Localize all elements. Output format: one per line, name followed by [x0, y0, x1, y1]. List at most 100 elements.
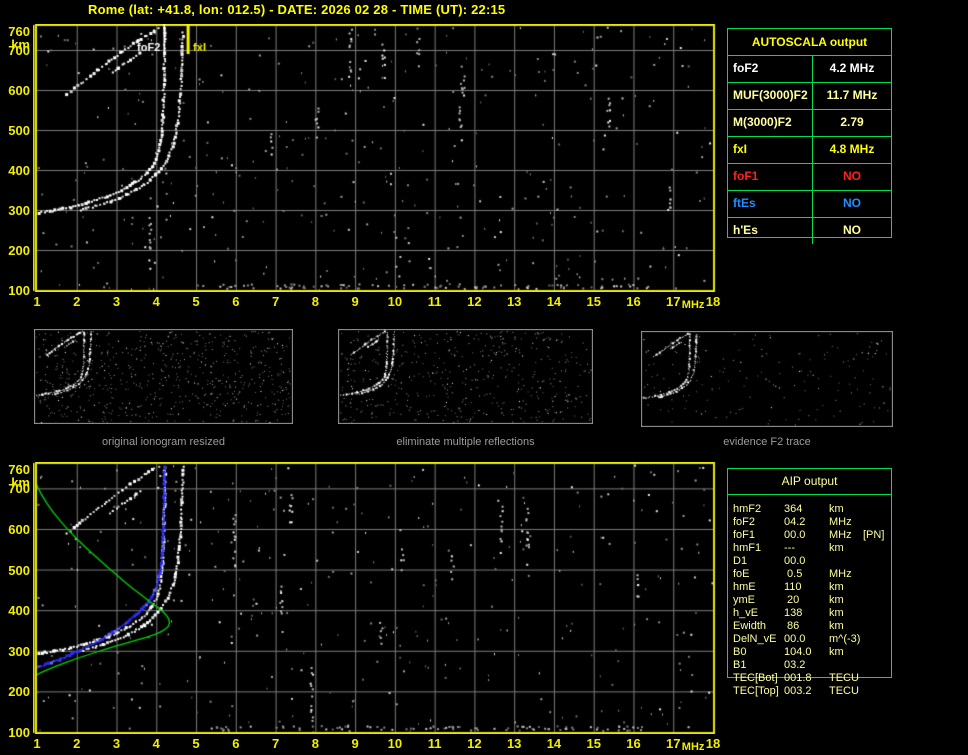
x-axis-tick-label: 1	[33, 294, 41, 309]
autoscala-table-header: AUTOSCALA output	[751, 35, 868, 49]
parameter-label: ftEs	[733, 196, 756, 210]
aip-value: 03.2	[784, 659, 806, 671]
aip-label: h_vE	[733, 607, 759, 619]
x-axis-tick-label: 2	[73, 294, 81, 309]
aip-row-hmf2: hmF2 364 km	[728, 503, 891, 516]
aip-unit: km	[829, 646, 844, 658]
aip-unit: MHz	[829, 516, 852, 528]
aip-label: foE	[733, 568, 750, 580]
y-axis-tick-label: 300	[8, 203, 30, 218]
parameter-value: 11.7 MHz	[812, 83, 891, 109]
aip-row-b0: B0 104.0 km	[728, 646, 891, 659]
x-axis-tick-label: 14	[546, 294, 562, 309]
x-axis-tick-label: 10	[387, 736, 403, 751]
aip-value: 001.8	[784, 672, 812, 684]
aip-row-yme: ymE 20 km	[728, 594, 891, 607]
aip-label: hmF2	[733, 503, 762, 515]
page-title: Rome (lat: +41.8, lon: 012.5) - DATE: 20…	[88, 2, 506, 17]
x-axis-tick-label: 6	[232, 294, 240, 309]
aip-unit: TECU	[829, 672, 859, 684]
aip-value: 00.0	[784, 555, 806, 567]
parameter-label: fxI	[733, 142, 748, 156]
aip-value: 00.0	[784, 633, 806, 645]
x-axis-tick-label: 8	[311, 294, 319, 309]
x-axis-tick-label: 7	[271, 294, 280, 309]
autoscala-row-h-es: h'Es NO	[728, 217, 891, 244]
thumbnail-eliminate-reflections	[338, 329, 593, 424]
thumbnail-caption-evidence: evidence F2 trace	[723, 436, 811, 448]
aip-label: D1	[733, 555, 748, 567]
x-axis-tick-label: 15	[586, 294, 601, 309]
y-axis-tick-label: 400	[8, 163, 30, 178]
aip-label: B1	[733, 659, 747, 671]
aip-unit: km	[829, 607, 844, 619]
aip-row-fof1: foF1 00.0 MHz [PN]	[728, 529, 891, 542]
y-axis-tick-label: 500	[8, 123, 30, 138]
aip-label: DelN_vE	[733, 633, 777, 645]
aip-row-d1: D1 00.0	[728, 555, 891, 568]
autoscala-row-fof2: foF2 4.2 MHz	[728, 55, 891, 82]
parameter-value: NO	[812, 191, 891, 217]
aip-unit: km	[829, 594, 844, 606]
y-axis-tick-label: 500	[8, 562, 30, 578]
autoscala-row-muf-3000-f2: MUF(3000)F2 11.7 MHz	[728, 82, 891, 109]
parameter-label: MUF(3000)F2	[733, 88, 808, 102]
x-axis-tick-label: 6	[232, 736, 240, 751]
x-axis-unit-label: MHz	[681, 299, 705, 311]
parameter-label: M(3000)F2	[733, 115, 792, 129]
top-ionogram-plot	[33, 24, 717, 292]
aip-value: 04.2	[784, 516, 806, 528]
x-axis-tick-label: 11	[427, 294, 442, 309]
x-axis-tick-label: 14	[546, 736, 562, 751]
x-axis-tick-label: 5	[192, 736, 200, 751]
aip-label: Ewidth	[733, 620, 767, 632]
aip-unit: km	[829, 581, 844, 593]
x-axis-tick-label: 16	[626, 736, 641, 751]
autoscala-output-table: AUTOSCALA output foF2 4.2 MHz MUF(3000)F2 1…	[727, 28, 892, 244]
autoscala-row-m-3000-f2: M(3000)F2 2.79	[728, 109, 891, 136]
autoscala-screen: Rome (lat: +41.8, lon: 012.5) - DATE: 20…	[0, 0, 968, 755]
aip-row-foe: foE 0.5 MHz	[728, 568, 891, 581]
parameter-value: NO	[812, 218, 891, 244]
aip-row-ewidth: Ewidth 86 km	[728, 620, 891, 633]
thumbnail-original-ionogram	[34, 329, 293, 424]
aip-row-b1: B1 03.2	[728, 659, 891, 672]
bottom-ionogram-plot	[33, 462, 717, 734]
parameter-value: 2.79	[812, 110, 891, 136]
parameter-value: 4.8 MHz	[812, 137, 891, 163]
thumbnail-caption-original: original ionogram resized	[102, 436, 225, 448]
x-axis-tick-label: 9	[351, 736, 359, 751]
aip-unit: km	[829, 620, 844, 632]
x-axis-tick-label: 2	[73, 736, 81, 751]
x-axis-tick-label: 12	[467, 294, 482, 309]
aip-value: 86	[784, 620, 800, 632]
x-axis-tick-label: 8	[311, 736, 319, 751]
aip-value: 364	[784, 503, 803, 515]
parameter-value: NO	[812, 164, 891, 190]
y-axis-tick-label: 600	[8, 521, 30, 537]
aip-unit: km	[829, 542, 844, 554]
y-axis-unit-label: km	[11, 37, 30, 52]
x-axis-tick-label: 4	[152, 736, 160, 751]
x-axis-tick-label: 11	[427, 736, 442, 751]
aip-value: 104.0	[784, 646, 812, 658]
x-axis-tick-label: 1	[33, 736, 41, 751]
x-axis-tick-label: 13	[506, 294, 522, 309]
aip-row-h-ve: h_vE 138 km	[728, 607, 891, 620]
x-axis-tick-label: 3	[112, 294, 121, 309]
aip-row-tec-top-: TEC[Top] 003.2 TECU	[728, 685, 891, 698]
aip-unit: m^(-3)	[829, 633, 861, 645]
aip-label: foF1	[733, 529, 756, 541]
aip-unit: TECU	[829, 685, 859, 697]
autoscala-row-ftes: ftEs NO	[728, 190, 891, 217]
aip-row-fof2: foF2 04.2 MHz	[728, 516, 891, 529]
autoscala-row-fxi: fxI 4.8 MHz	[728, 136, 891, 163]
aip-row-tec-bot-: TEC[Bot] 001.8 TECU	[728, 672, 891, 685]
x-axis-tick-label: 3	[112, 736, 121, 751]
aip-value: ---	[784, 542, 795, 554]
autoscala-row-fof1: foF1 NO	[728, 163, 891, 190]
aip-label: hmE	[733, 581, 756, 593]
aip-note: [PN]	[863, 529, 885, 541]
aip-label: foF2	[733, 516, 756, 528]
y-axis-tick-label: 200	[8, 684, 30, 700]
